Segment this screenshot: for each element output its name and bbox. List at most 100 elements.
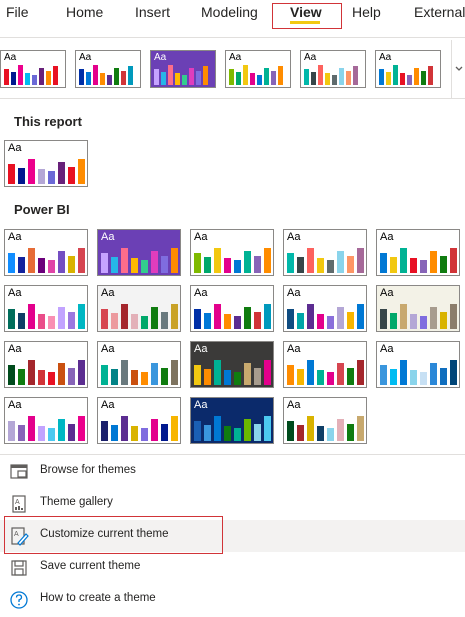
theme-color-swatch <box>410 369 417 385</box>
powerbi-theme-15[interactable]: Aa <box>376 341 460 388</box>
customize-icon: A <box>9 526 29 546</box>
powerbi-theme-11[interactable]: Aa <box>4 341 88 388</box>
strip-theme-1[interactable]: Aa <box>0 50 66 88</box>
theme-color-swatch <box>100 72 105 85</box>
theme-preview-bars <box>287 301 364 329</box>
theme-color-swatch <box>161 72 166 85</box>
powerbi-theme-6[interactable]: Aa <box>4 285 88 332</box>
theme-color-swatch <box>58 251 65 273</box>
theme-color-swatch <box>327 260 334 273</box>
theme-color-swatch <box>8 420 15 441</box>
theme-color-swatch <box>214 359 221 385</box>
ribbon-tabs: File Home Insert Modeling View Help Exte… <box>0 0 465 29</box>
theme-color-swatch <box>317 257 324 273</box>
theme-preview-bars <box>101 413 178 441</box>
theme-color-swatch <box>141 372 148 385</box>
theme-color-swatch <box>264 416 271 441</box>
help-icon <box>9 590 29 610</box>
theme-color-swatch <box>317 313 324 329</box>
tab-file[interactable]: File <box>6 4 29 20</box>
strip-theme-5[interactable]: Aa <box>300 50 366 88</box>
menu-item-save-current-theme[interactable]: Save current theme <box>0 552 465 584</box>
theme-preview-bars <box>8 301 85 329</box>
theme-color-swatch <box>347 311 354 329</box>
tab-help[interactable]: Help <box>352 4 381 20</box>
theme-color-swatch <box>400 303 407 329</box>
powerbi-theme-18[interactable]: Aa <box>190 397 274 444</box>
theme-color-swatch <box>141 428 148 441</box>
theme-color-swatch <box>236 72 241 85</box>
theme-color-swatch <box>111 368 118 385</box>
theme-preview-bars <box>287 413 364 441</box>
theme-color-swatch <box>93 65 98 85</box>
theme-color-swatch <box>32 75 37 85</box>
powerbi-theme-2[interactable]: Aa <box>97 229 181 276</box>
theme-color-swatch <box>204 368 211 385</box>
menu-item-customize-current-theme[interactable]: A Customize current theme <box>0 520 465 552</box>
theme-color-swatch <box>430 251 437 273</box>
theme-preview-text: Aa <box>229 52 242 63</box>
strip-theme-6[interactable]: Aa <box>375 50 441 88</box>
powerbi-theme-10[interactable]: Aa <box>376 285 460 332</box>
theme-preview-text: Aa <box>8 343 22 355</box>
theme-color-swatch <box>131 257 138 273</box>
theme-color-swatch <box>68 423 75 441</box>
strip-theme-3[interactable]: Aa <box>150 50 216 88</box>
theme-color-swatch <box>28 415 35 441</box>
theme-preview-text: Aa <box>8 287 22 299</box>
theme-color-swatch <box>161 255 168 273</box>
theme-color-swatch <box>318 65 323 85</box>
theme-color-swatch <box>234 428 241 441</box>
menu-item-how-to-create-a-theme[interactable]: How to create a theme <box>0 584 465 616</box>
theme-preview-text: Aa <box>101 399 115 411</box>
menu-item-theme-gallery[interactable]: A Theme gallery <box>0 488 465 520</box>
theme-color-swatch <box>257 75 262 85</box>
theme-color-swatch <box>107 75 112 85</box>
powerbi-theme-5[interactable]: Aa <box>376 229 460 276</box>
theme-preview-bars <box>380 301 457 329</box>
powerbi-theme-17[interactable]: Aa <box>97 397 181 444</box>
theme-color-swatch <box>420 316 427 329</box>
powerbi-theme-3[interactable]: Aa <box>190 229 274 276</box>
theme-preview-bars <box>194 245 271 273</box>
strip-theme-4[interactable]: Aa <box>225 50 291 88</box>
theme-color-swatch <box>111 256 118 273</box>
theme-color-swatch <box>4 69 9 85</box>
theme-color-swatch <box>307 359 314 385</box>
powerbi-theme-4[interactable]: Aa <box>283 229 367 276</box>
theme-color-swatch <box>25 72 30 85</box>
powerbi-theme-13[interactable]: Aa <box>190 341 274 388</box>
theme-color-swatch <box>430 363 437 385</box>
powerbi-theme-12[interactable]: Aa <box>97 341 181 388</box>
powerbi-theme-8[interactable]: Aa <box>190 285 274 332</box>
theme-color-swatch <box>347 255 354 273</box>
tab-modeling[interactable]: Modeling <box>201 4 258 20</box>
menu-item-browse-for-themes[interactable]: Browse for themes <box>0 456 465 488</box>
tab-insert[interactable]: Insert <box>135 4 170 20</box>
theme-color-swatch <box>68 166 75 184</box>
powerbi-theme-19[interactable]: Aa <box>283 397 367 444</box>
theme-color-swatch <box>131 369 138 385</box>
powerbi-theme-7[interactable]: Aa <box>97 285 181 332</box>
theme-color-swatch <box>128 65 133 85</box>
theme-color-swatch <box>161 423 168 441</box>
powerbi-theme-14[interactable]: Aa <box>283 341 367 388</box>
report-theme-1[interactable]: Aa <box>4 140 88 187</box>
theme-color-swatch <box>48 372 55 385</box>
theme-color-swatch <box>121 359 128 385</box>
gallery-expand-button[interactable] <box>451 40 465 98</box>
theme-color-swatch <box>28 303 35 329</box>
tab-home[interactable]: Home <box>66 4 103 20</box>
strip-theme-2[interactable]: Aa <box>75 50 141 88</box>
powerbi-theme-16[interactable]: Aa <box>4 397 88 444</box>
theme-color-swatch <box>151 419 158 441</box>
theme-color-swatch <box>243 65 248 85</box>
theme-preview-text: Aa <box>380 231 394 243</box>
powerbi-theme-9[interactable]: Aa <box>283 285 367 332</box>
theme-color-swatch <box>287 364 294 385</box>
theme-color-swatch <box>171 304 178 329</box>
tab-external[interactable]: External <box>414 4 465 20</box>
powerbi-theme-1[interactable]: Aa <box>4 229 88 276</box>
theme-color-swatch <box>297 312 304 329</box>
theme-color-swatch <box>317 369 324 385</box>
